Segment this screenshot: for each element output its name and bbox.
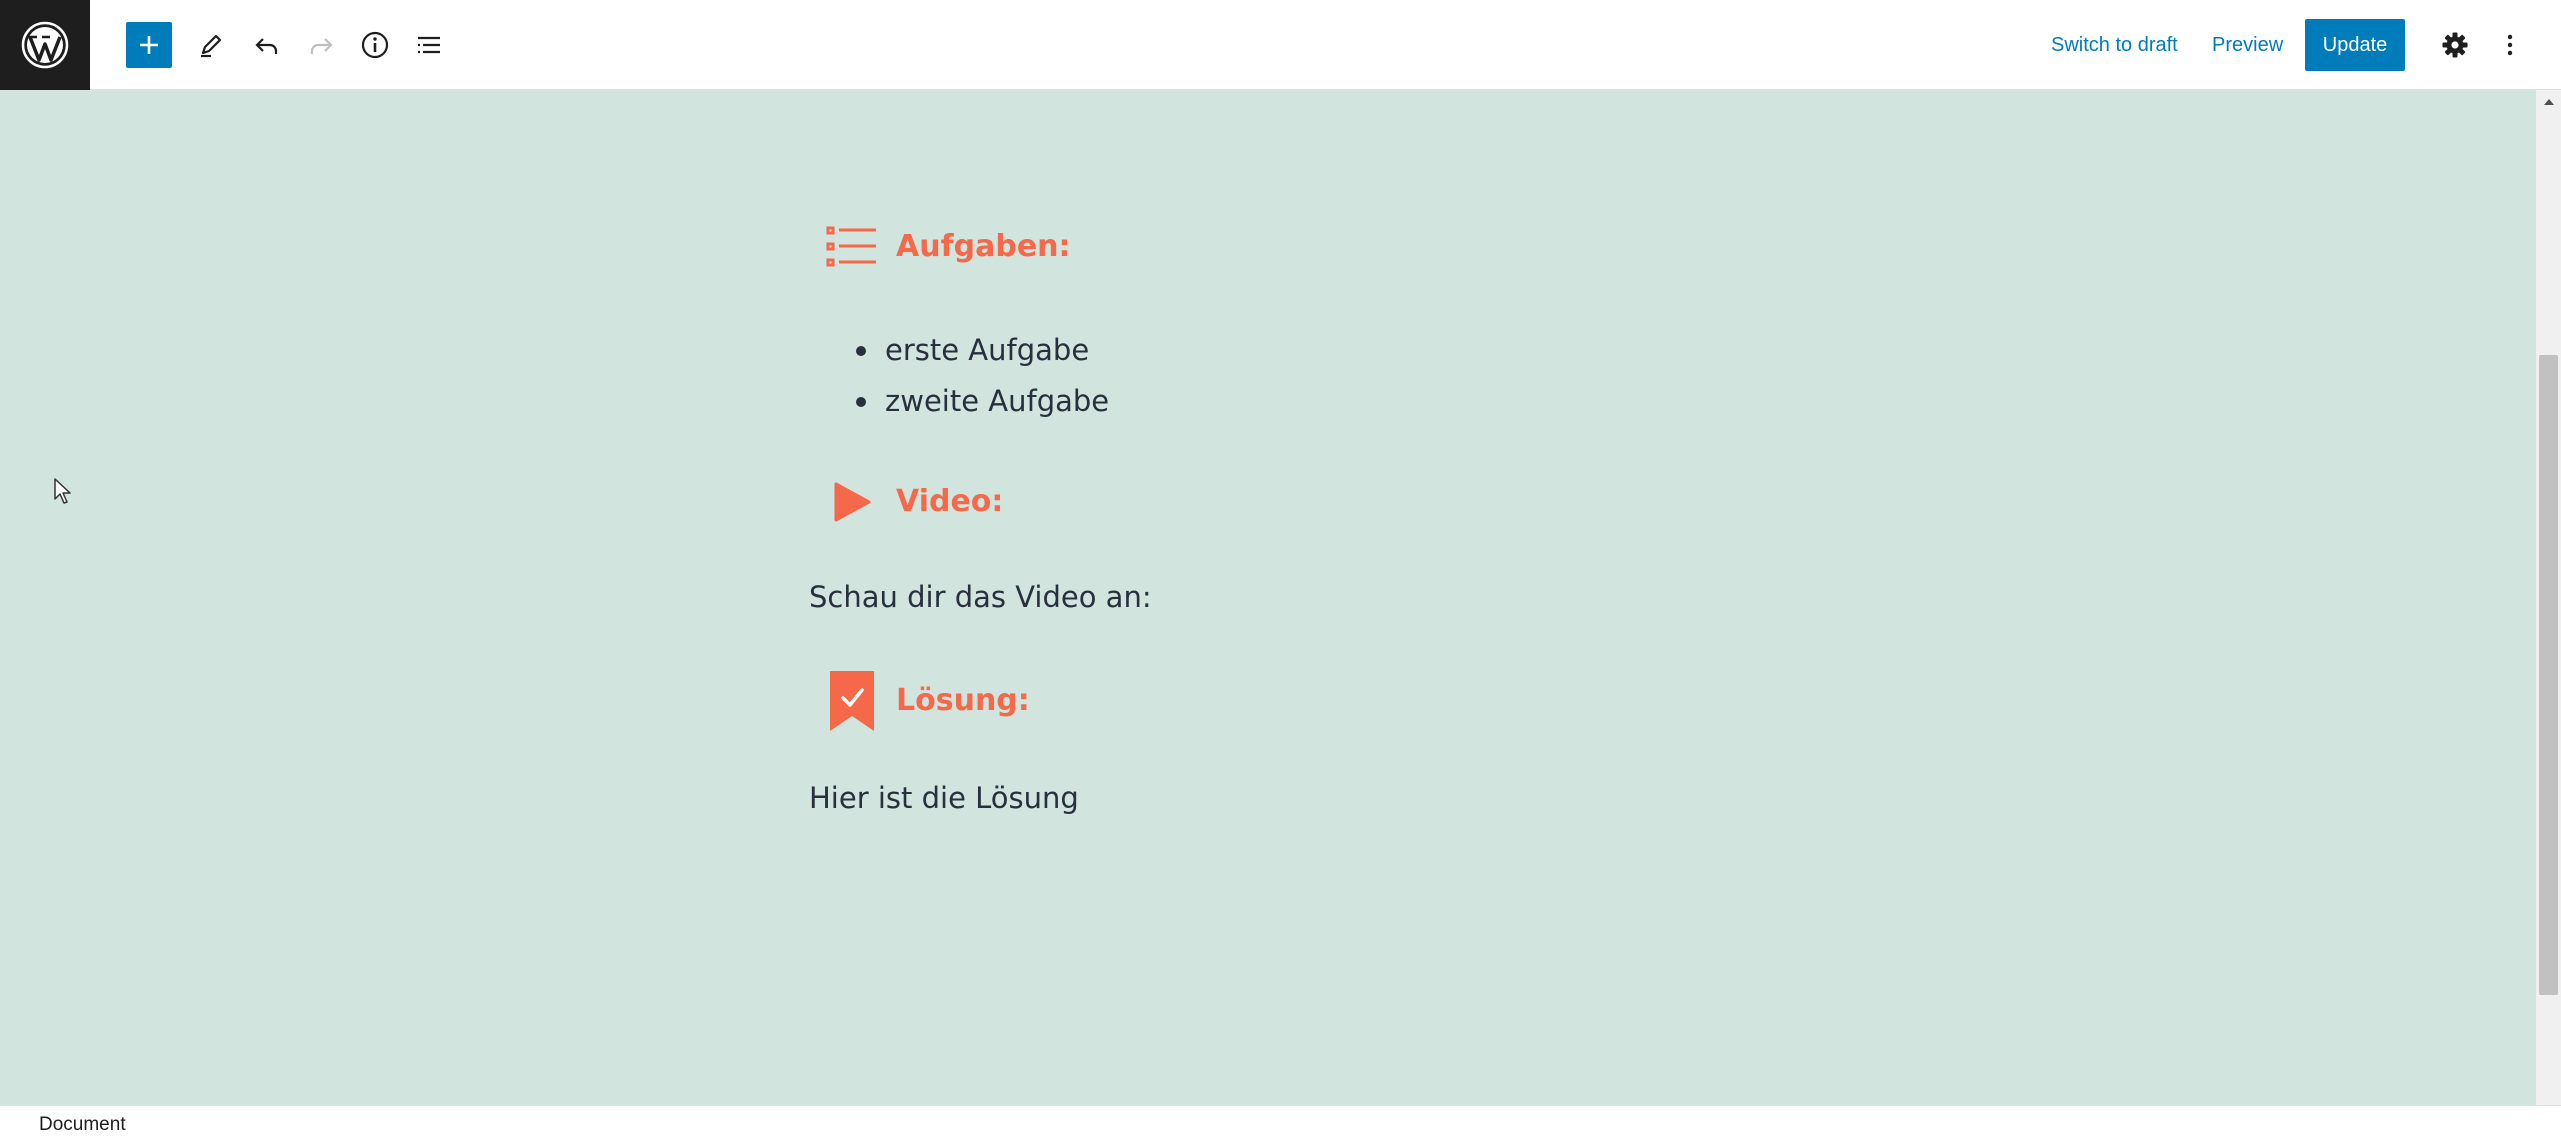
heading-loesung-text: Lösung: <box>896 683 1030 718</box>
heading-video[interactable]: Video: <box>820 469 1003 535</box>
editor-header: Switch to draft Preview Update <box>0 0 2561 90</box>
block-breadcrumb-bar: Document <box>0 1105 2561 1142</box>
more-options-icon <box>2507 34 2513 56</box>
settings-button[interactable] <box>2432 22 2478 68</box>
task-list[interactable]: erste Aufgabe zweite Aufgabe <box>853 325 1109 427</box>
video-paragraph[interactable]: Schau dir das Video an: <box>809 580 1152 614</box>
heading-aufgaben[interactable]: Aufgaben: <box>820 214 1071 280</box>
scroll-up-arrow-icon[interactable] <box>2536 92 2561 112</box>
redo-button[interactable] <box>298 22 344 68</box>
undo-icon <box>255 38 278 54</box>
breadcrumb-document[interactable]: Document <box>39 1106 126 1143</box>
solution-paragraph[interactable]: Hier ist die Lösung <box>809 781 1079 815</box>
mouse-cursor-icon <box>54 478 72 511</box>
gear-icon <box>2442 32 2468 58</box>
list-item[interactable]: erste Aufgabe <box>853 325 1109 376</box>
tools-button[interactable] <box>188 22 234 68</box>
update-button[interactable]: Update <box>2305 19 2405 71</box>
redo-icon <box>310 38 333 54</box>
switch-to-draft-button[interactable]: Switch to draft <box>2051 22 2178 68</box>
scrollbar-thumb[interactable] <box>2539 355 2558 995</box>
add-block-button[interactable] <box>126 22 172 68</box>
wordpress-logo[interactable] <box>0 0 90 90</box>
wordpress-icon <box>21 21 69 69</box>
undo-button[interactable] <box>244 22 290 68</box>
preview-button[interactable]: Preview <box>2212 22 2283 68</box>
list-view-icon <box>418 36 440 54</box>
editor-canvas[interactable] <box>0 90 2536 1105</box>
heading-aufgaben-text: Aufgaben: <box>896 229 1071 264</box>
more-options-button[interactable] <box>2487 22 2533 68</box>
heading-loesung[interactable]: Lösung: <box>820 668 1030 734</box>
play-icon <box>820 469 880 535</box>
task-list-icon <box>820 214 880 280</box>
plus-icon <box>140 36 158 54</box>
details-button[interactable] <box>352 22 398 68</box>
bookmark-check-icon <box>820 668 880 734</box>
info-icon <box>361 31 389 59</box>
heading-video-text: Video: <box>896 484 1004 519</box>
list-item[interactable]: zweite Aufgabe <box>853 376 1109 427</box>
pencil-icon <box>201 34 222 58</box>
list-view-button[interactable] <box>406 22 452 68</box>
